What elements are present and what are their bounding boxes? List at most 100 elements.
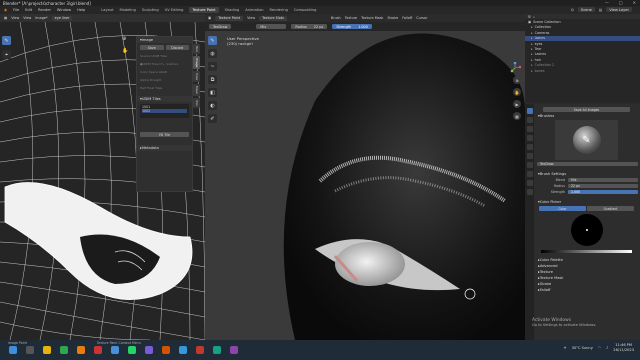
tab-view[interactable]: View (193, 71, 200, 83)
vp-menu-view[interactable]: View (247, 16, 255, 20)
texture-slots-selector[interactable]: Texture Slots (259, 15, 287, 21)
image-editor[interactable]: ▦ View View Image* eye liner ✎ ⌖ ⊕ ✋ ▾ I… (0, 14, 205, 340)
pdf-icon[interactable] (196, 346, 204, 354)
workspace-tab-texture-paint[interactable]: Texture Paint (189, 7, 219, 13)
view-layer-selector[interactable]: View Layer (606, 7, 632, 12)
image-selector[interactable]: eye liner (51, 15, 73, 21)
outliner[interactable]: ☰ ⌕ ▣ Scene Collection ▸ Collection ▸ Camer… (525, 14, 640, 102)
app-icon[interactable] (162, 346, 170, 354)
workspace-tab-layout[interactable]: Layout (101, 8, 113, 12)
weather-text[interactable]: 30°C Sunny (572, 346, 593, 350)
tool-props-tab-icon[interactable] (526, 108, 533, 114)
zoom-view-icon[interactable]: ⊕ (513, 76, 521, 84)
discard-image-button[interactable]: Discard (165, 45, 189, 50)
3d-viewport[interactable]: ▣ Texture Paint View Texture Slots Brush… (205, 14, 525, 340)
smear-tool-icon[interactable]: ~ (208, 62, 217, 71)
clock[interactable]: 11:46 PM 26/11/2023 (613, 343, 634, 352)
soften-tool-icon[interactable]: ◍ (208, 49, 217, 58)
chrome-icon[interactable] (60, 346, 68, 354)
menu-help[interactable]: Help (77, 8, 85, 12)
workspace-tab-uv-editing[interactable]: UV Editing (165, 8, 184, 12)
brushes-section-header[interactable]: ▾ Brushes (535, 113, 638, 119)
blender-icon[interactable] (77, 346, 85, 354)
color-tab[interactable]: Color (539, 206, 586, 211)
menu-render[interactable]: Render (38, 8, 51, 12)
properties-editor[interactable]: Save All Images ▾ Brushes ✎ TexDraw ▾ Br… (525, 104, 640, 340)
draw-tool-icon[interactable]: ✎ (208, 36, 217, 45)
viewport-editor-icon[interactable]: ▣ (208, 16, 211, 20)
radius-prop-field[interactable]: 22 px (568, 183, 638, 189)
save-image-button[interactable]: Save (140, 45, 164, 50)
vp-menu-texture[interactable]: Texture (345, 16, 357, 20)
vp-menu-falloff[interactable]: Falloff (402, 16, 412, 20)
output-props-tab-icon[interactable] (526, 126, 533, 132)
pan-view-icon[interactable]: ✋ (513, 88, 521, 96)
menu-window[interactable]: Window (57, 8, 71, 12)
navigation-gizmo-icon[interactable] (509, 62, 521, 74)
app-icon[interactable] (111, 346, 119, 354)
workspace-tab-shading[interactable]: Shading (225, 8, 240, 12)
app-icon[interactable] (94, 346, 102, 354)
header-view-menu-2[interactable]: View (23, 16, 31, 20)
brush-preview[interactable]: ✎ (555, 120, 618, 160)
tab-uvs[interactable]: UVs (193, 98, 200, 108)
search-icon[interactable] (26, 346, 34, 354)
app-icon[interactable] (230, 346, 238, 354)
blend-dropdown[interactable]: Mix (568, 177, 638, 183)
metadata-section-header[interactable]: ▸ Metadata (137, 145, 192, 151)
annotate-tool-icon[interactable]: ✐ (208, 114, 217, 123)
editor-type-icon[interactable]: ▦ (4, 16, 7, 20)
header-image-menu[interactable]: Image* (35, 16, 47, 20)
zoom-icon[interactable]: ⊕ (122, 36, 126, 42)
save-all-images-button[interactable]: Save All Images (543, 107, 630, 112)
vp-menu-brush[interactable]: Brush (331, 16, 341, 20)
fill-tool-icon[interactable]: ◧ (208, 88, 217, 97)
vp-menu-cursor[interactable]: Cursor (416, 16, 427, 20)
udim-tile-1002[interactable]: 1002 (142, 109, 187, 113)
workspace-tab-compositing[interactable]: Compositing (294, 8, 317, 12)
minimize-button[interactable]: — (605, 0, 609, 5)
camera-view-icon[interactable]: ▶ (513, 100, 521, 108)
brush-tool-icon[interactable]: ✎ (2, 36, 11, 45)
gradient-tab[interactable]: Gradient (587, 206, 634, 211)
object-props-tab-icon[interactable] (526, 162, 533, 168)
viewport-scene[interactable] (205, 31, 525, 340)
mask-tool-icon[interactable]: ◐ (208, 101, 217, 110)
material-props-tab-icon[interactable] (526, 180, 533, 186)
outliner-row-bones[interactable]: ▸ bones (525, 68, 640, 73)
ortho-toggle-icon[interactable]: ▦ (513, 112, 521, 120)
workspace-tab-sculpting[interactable]: Sculpting (142, 8, 159, 12)
udim-section-header[interactable]: ▾ UDIM Tiles (137, 96, 192, 102)
texture-props-tab-icon[interactable] (526, 189, 533, 195)
vp-menu-stroke[interactable]: Stroke (387, 16, 398, 20)
app-icon[interactable] (145, 346, 153, 354)
blender-logo-icon[interactable]: ◉ (4, 8, 7, 12)
strength-prop-field[interactable]: 1.000 (568, 189, 638, 195)
outliner-search-icon[interactable]: ⌕ (533, 15, 535, 19)
file-explorer-icon[interactable] (43, 346, 51, 354)
tab-mask[interactable]: Mask (193, 84, 200, 97)
eyedropper-tool-icon[interactable]: ⌖ (2, 50, 11, 59)
world-props-tab-icon[interactable] (526, 153, 533, 159)
color-wheel[interactable] (570, 214, 603, 246)
tab-tool[interactable]: Tool (193, 44, 200, 54)
value-slider[interactable] (541, 250, 632, 253)
falloff-header[interactable]: ▸ Falloff (535, 287, 638, 293)
menu-edit[interactable]: Edit (25, 8, 32, 12)
wifi-icon[interactable]: ◠ (598, 346, 601, 350)
volume-icon[interactable]: ♪ (606, 346, 608, 350)
start-icon[interactable] (9, 346, 17, 354)
close-button[interactable]: ✕ (633, 0, 636, 5)
app-icon[interactable] (213, 346, 221, 354)
radius-field[interactable]: Radius 22 px (291, 23, 328, 30)
tab-image[interactable]: Image (193, 55, 200, 70)
outliner-filter-icon[interactable]: ☰ (528, 15, 531, 19)
app-icon[interactable] (179, 346, 187, 354)
whatsapp-icon[interactable] (128, 346, 136, 354)
clone-tool-icon[interactable]: ⧉ (208, 75, 217, 84)
weather-icon[interactable]: ☀ (563, 346, 566, 350)
scene-props-tab-icon[interactable] (526, 144, 533, 150)
modifier-props-tab-icon[interactable] (526, 171, 533, 177)
strength-field[interactable]: Strength 1.000 (332, 23, 372, 30)
hand-icon[interactable]: ✋ (122, 48, 128, 54)
